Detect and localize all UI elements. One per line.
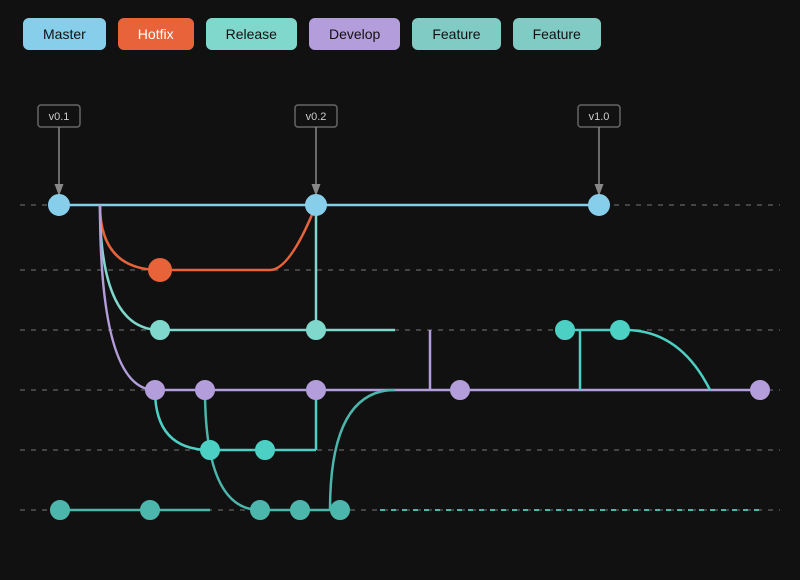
git-diagram: v0.1 v0.2 v1.0 <box>0 75 800 575</box>
svg-text:v0.1: v0.1 <box>49 111 70 123</box>
legend-master: Master <box>23 18 106 50</box>
svg-text:v0.2: v0.2 <box>306 111 327 123</box>
legend: Master Hotfix Release Develop Feature Fe… <box>8 8 616 60</box>
legend-develop: Develop <box>309 18 400 50</box>
svg-text:v1.0: v1.0 <box>589 111 610 123</box>
legend-hotfix: Hotfix <box>118 18 194 50</box>
legend-feature1: Feature <box>412 18 500 50</box>
legend-feature2: Feature <box>513 18 601 50</box>
legend-release: Release <box>206 18 297 50</box>
